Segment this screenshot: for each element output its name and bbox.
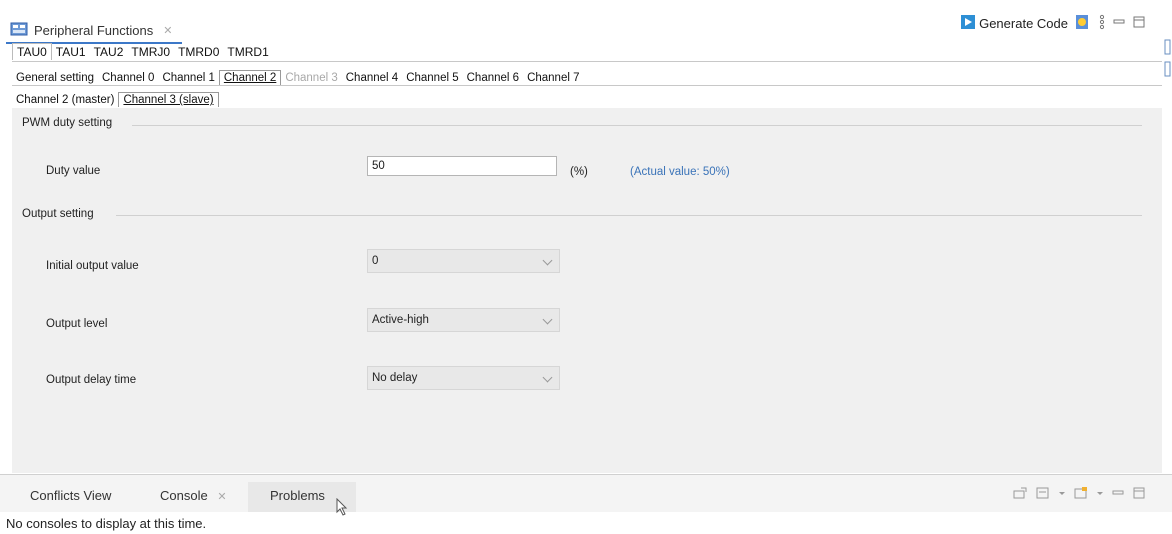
dropdown-arrow-icon[interactable] [1096,486,1104,505]
close-icon[interactable]: ✕ [163,24,172,37]
duty-unit-label: (%) [570,166,588,178]
channel-tab-row: General setting Channel 0 Channel 1 Chan… [12,66,584,85]
maximize-icon[interactable] [1132,486,1146,505]
editor-toolbar: Generate Code [960,14,1146,33]
tab-divider [12,85,1162,86]
chevron-down-icon [542,372,553,383]
generate-code-button[interactable]: Generate Code [960,14,1068,33]
chevron-down-icon [542,314,553,325]
minimize-icon[interactable] [1112,15,1126,32]
generate-code-label: Generate Code [979,16,1068,31]
tab-channel-0[interactable]: Channel 0 [98,71,158,85]
tab-console-label: Console [160,488,208,503]
initial-output-value-select[interactable]: 0 [367,249,560,273]
actual-value-label: (Actual value: 50%) [630,166,730,178]
maximize-icon[interactable] [1132,15,1146,32]
duty-value-input[interactable]: 50 [367,156,557,176]
generate-code-icon [960,14,976,33]
dropdown-arrow-icon[interactable] [1058,486,1066,505]
output-delay-time-selected: No delay [372,372,418,384]
tab-channel-7[interactable]: Channel 7 [523,71,583,85]
view-tab-title: Peripheral Functions [34,22,154,38]
tab-tau1[interactable]: TAU1 [52,44,90,60]
output-level-select[interactable]: Active-high [367,308,560,332]
pin-console-icon[interactable] [1012,486,1028,505]
initial-output-value-label: Initial output value [46,260,139,272]
tab-tmrj0[interactable]: TMRJ0 [127,44,174,60]
tab-tmrd1[interactable]: TMRD1 [223,44,272,60]
tab-tmrd0[interactable]: TMRD0 [174,44,223,60]
generate-report-icon[interactable] [1074,14,1092,33]
output-level-selected: Active-high [372,314,429,326]
output-delay-time-label: Output delay time [46,374,137,386]
tab-console[interactable]: Console ✕ [160,488,227,503]
output-delay-time-select[interactable]: No delay [367,366,560,390]
peripheral-functions-icon [10,21,28,40]
tab-channel-2-master[interactable]: Channel 2 (master) [12,93,118,107]
tab-tau0[interactable]: TAU0 [12,43,52,60]
initial-output-value-selected: 0 [372,255,379,267]
sub-tab-row: Channel 2 (master) Channel 3 (slave) [12,88,219,107]
editor-header: Peripheral Functions ✕ Generate Code [0,0,1172,77]
tab-channel-3: Channel 3 [285,72,338,84]
view-menu-icon[interactable] [1098,14,1106,33]
mouse-cursor-icon [336,497,348,521]
side-toolbar-strip [1162,0,1172,90]
minimize-icon[interactable] [1111,486,1125,505]
tab-channel-1[interactable]: Channel 1 [158,71,218,85]
tab-channel-5[interactable]: Channel 5 [402,71,462,85]
tab-channel-3-slave[interactable]: Channel 3 (slave) [118,92,219,107]
console-toolbar [1012,486,1146,505]
pwm-duty-section-title: PWM duty setting [22,117,119,129]
display-console-icon[interactable] [1035,486,1051,505]
tab-problems[interactable]: Problems [270,488,325,503]
output-section-title: Output setting [22,208,100,220]
tab-channel-4[interactable]: Channel 4 [342,71,402,85]
peripheral-tab-row: TAU0 TAU1 TAU2 TMRJ0 TMRD0 TMRD1 [12,43,273,60]
tab-tau2[interactable]: TAU2 [90,44,128,60]
settings-panel: PWM duty setting Duty value 50 (%) (Actu… [12,108,1162,473]
section-divider [132,125,1142,126]
tab-general-setting[interactable]: General setting [12,71,98,85]
close-icon[interactable]: ✕ [217,491,226,503]
chevron-down-icon [542,255,553,266]
tab-conflicts-view[interactable]: Conflicts View [30,488,111,503]
view-tab-peripheral-functions[interactable]: Peripheral Functions ✕ [6,18,183,44]
open-console-icon[interactable] [1073,486,1089,505]
console-empty-message: No consoles to display at this time. [6,516,207,531]
tab-channel-6[interactable]: Channel 6 [463,71,523,85]
duty-value-label: Duty value [46,165,101,177]
tab-divider [12,61,1162,62]
output-level-label: Output level [46,318,108,330]
section-divider [116,215,1142,216]
tab-channel-2[interactable]: Channel 2 [218,70,282,85]
